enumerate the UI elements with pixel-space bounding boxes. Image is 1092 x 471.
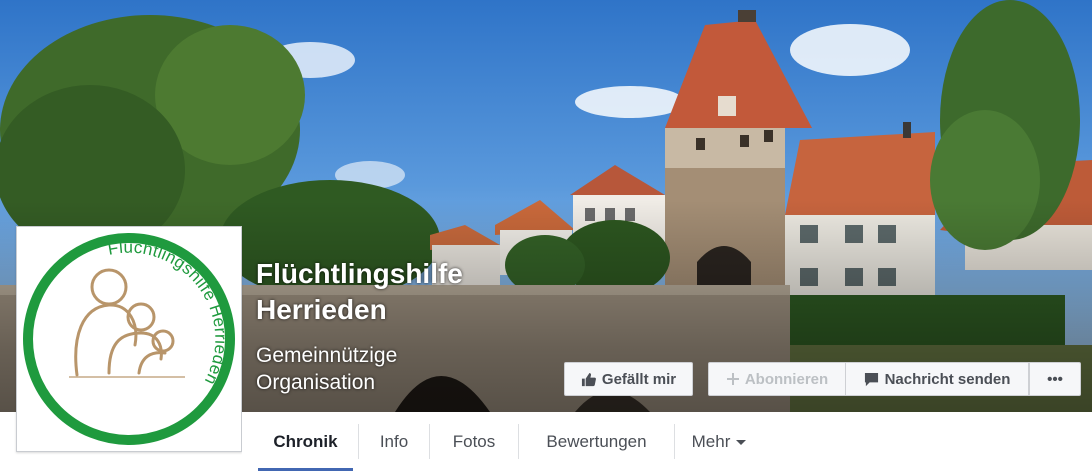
page-tabs: Chronik Info Fotos Bewertungen Mehr	[242, 412, 1092, 471]
profile-picture[interactable]: Flüchtlingshilfe Herrieden	[16, 226, 242, 452]
ellipsis-icon: •••	[1047, 370, 1063, 388]
tab-label: Chronik	[273, 431, 338, 451]
like-button-label: Gefällt mir	[601, 370, 677, 388]
tab-chronik[interactable]: Chronik	[258, 412, 353, 471]
page-category-line-2: Organisation	[256, 371, 376, 394]
more-actions-button[interactable]: •••	[1029, 362, 1081, 396]
speech-bubble-icon	[864, 372, 879, 387]
page-title[interactable]: Flüchtlingshilfe Herrieden	[256, 256, 556, 328]
page-category-line-1: Gemeinnützige	[256, 344, 398, 367]
thumbs-up-icon	[581, 372, 596, 387]
page-category[interactable]: Gemeinnützige Organisation	[256, 342, 476, 396]
like-button[interactable]: Gefällt mir	[564, 362, 693, 396]
send-message-button-label: Nachricht senden	[884, 370, 1011, 388]
tab-bewertungen[interactable]: Bewertungen	[519, 412, 674, 471]
follow-button-label: Abonnieren	[744, 370, 829, 388]
send-message-button[interactable]: Nachricht senden	[845, 362, 1029, 396]
tab-info[interactable]: Info	[359, 412, 429, 471]
tab-label: Info	[379, 431, 409, 451]
tab-label: Fotos	[452, 431, 496, 451]
organization-logo: Flüchtlingshilfe Herrieden	[23, 233, 235, 445]
tab-more-dropdown[interactable]: Mehr	[675, 412, 763, 471]
page-title-line-1: Flüchtlingshilfe	[256, 258, 463, 289]
plus-icon	[726, 373, 739, 385]
tab-label: Bewertungen	[546, 431, 647, 451]
tab-label: Mehr	[691, 431, 731, 451]
tab-fotos[interactable]: Fotos	[430, 412, 518, 471]
caret-down-icon	[736, 440, 747, 445]
follow-button[interactable]: Abonnieren	[708, 362, 846, 396]
page-title-line-2: Herrieden	[256, 294, 387, 325]
